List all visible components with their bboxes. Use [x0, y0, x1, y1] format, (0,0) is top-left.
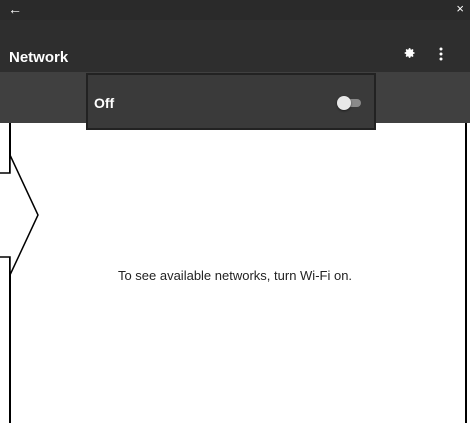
- app-bar: Network: [0, 20, 470, 72]
- pointer-arrow-icon: [0, 155, 39, 275]
- wifi-switch-label: Off: [94, 95, 115, 111]
- back-arrow-icon[interactable]: ←: [8, 1, 22, 17]
- window: ← × Network Off To see available network…: [0, 0, 470, 423]
- wifi-toggle[interactable]: [337, 96, 361, 110]
- wifi-switch-card[interactable]: Off: [86, 73, 376, 130]
- close-icon[interactable]: ×: [456, 2, 464, 16]
- toggle-thumb: [337, 96, 351, 110]
- empty-state-message: To see available networks, turn Wi-Fi on…: [117, 268, 353, 283]
- more-vert-icon[interactable]: [436, 47, 446, 61]
- page-title: Network: [9, 49, 69, 66]
- gear-icon[interactable]: [402, 46, 416, 60]
- window-titlebar: ← ×: [0, 0, 470, 20]
